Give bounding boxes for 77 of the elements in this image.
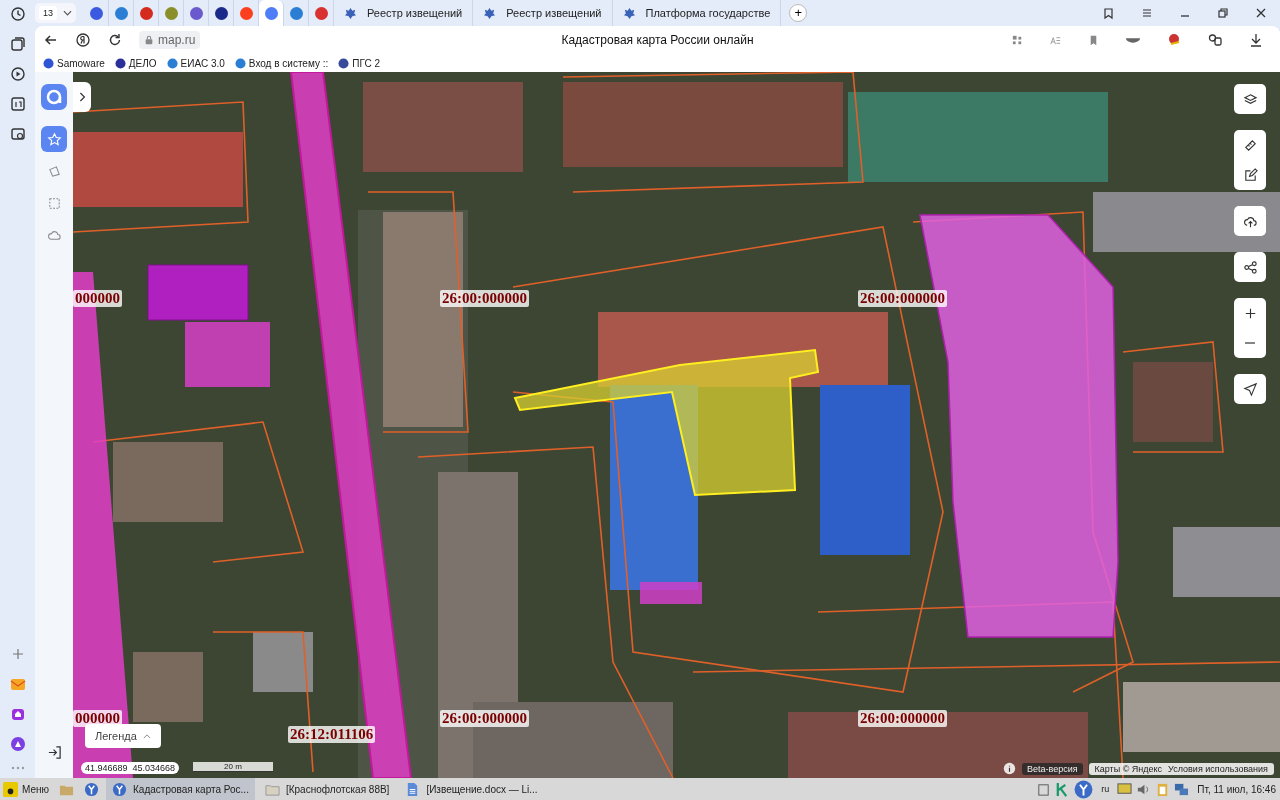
keyboard-layout[interactable]: ru xyxy=(1101,784,1110,794)
emblem-icon xyxy=(483,6,497,20)
minus-icon xyxy=(1245,342,1255,344)
calendar-icon[interactable] xyxy=(9,96,26,112)
messenger-icon[interactable] xyxy=(9,706,26,722)
download-icon[interactable] xyxy=(1248,32,1264,48)
tabs-icon[interactable] xyxy=(9,36,26,52)
apps-icon[interactable] xyxy=(1011,33,1024,47)
cadastral-number-label: 26:12:011106 xyxy=(288,726,376,743)
cadastral-number-label: 26:00:000000 xyxy=(440,290,529,307)
star-icon xyxy=(46,131,62,147)
selection-icon xyxy=(46,195,62,211)
passwords-icon[interactable] xyxy=(1207,32,1223,48)
upload-button[interactable] xyxy=(1234,206,1266,236)
cadastral-number-label: 26:00:000000 xyxy=(858,290,947,307)
restore-icon[interactable] xyxy=(1216,6,1230,20)
reload-icon[interactable] xyxy=(107,32,123,48)
share-button[interactable] xyxy=(1234,252,1266,282)
favorites-tool[interactable] xyxy=(41,126,67,152)
taskbar-window[interactable]: Кадастровая карта Рос... xyxy=(106,778,255,800)
emblem-icon xyxy=(622,6,636,20)
terms-link[interactable]: Условия использования xyxy=(1168,763,1268,774)
location-arrow-icon xyxy=(1242,381,1258,397)
assistant-icon[interactable] xyxy=(9,736,26,752)
browser-icon[interactable] xyxy=(1074,779,1094,799)
cadastral-number-label: 000000 xyxy=(73,290,122,307)
browser-icon[interactable] xyxy=(84,781,100,797)
new-tab-button[interactable]: + xyxy=(789,4,808,22)
menu-icon[interactable] xyxy=(1140,6,1154,20)
close-icon[interactable] xyxy=(1254,6,1268,20)
taskbar-window[interactable]: [Краснофлотская 88В] xyxy=(258,778,396,800)
network-icon[interactable] xyxy=(1174,781,1190,797)
menu-logo-icon xyxy=(3,781,18,797)
copyright-text: Карты © Яндекс xyxy=(1094,763,1163,774)
history-icon[interactable] xyxy=(9,6,26,22)
taskbar-window[interactable]: [Извещение.docx — Li... xyxy=(399,778,544,800)
expand-panel-button[interactable] xyxy=(73,82,91,112)
caret-icon xyxy=(63,10,72,16)
bookmark-link[interactable]: Вход в систему :: xyxy=(234,57,329,69)
legend-button[interactable]: Легенда xyxy=(85,724,161,748)
ruler-icon xyxy=(1242,137,1258,153)
mail-icon[interactable] xyxy=(9,676,26,692)
browser-icon xyxy=(112,781,128,797)
bookmark-link[interactable]: ДЕЛО xyxy=(114,57,157,69)
tab-count-button[interactable]: 13 xyxy=(35,3,76,23)
edit-icon xyxy=(1242,167,1258,183)
layers-icon xyxy=(1242,91,1258,107)
app-logo-icon[interactable] xyxy=(41,84,67,110)
info-icon[interactable] xyxy=(1002,762,1016,775)
play-icon[interactable] xyxy=(9,66,26,82)
clock: Пт, 11 июл, 16:46 xyxy=(1197,783,1276,795)
scale-bar: 20 m xyxy=(193,762,273,772)
lock-icon xyxy=(144,35,154,45)
login-icon[interactable] xyxy=(46,745,62,760)
page-title: Кадастровая карта России онлайн xyxy=(561,33,754,47)
screenshot-icon[interactable] xyxy=(9,126,26,142)
clipboard-icon[interactable] xyxy=(1036,781,1052,797)
chevron-right-icon xyxy=(78,91,86,103)
monitor-icon[interactable] xyxy=(1117,781,1133,797)
cadastral-number-label: 26:00:000000 xyxy=(858,710,947,727)
extension-icon[interactable] xyxy=(1166,32,1182,48)
yandex-icon[interactable] xyxy=(75,32,91,48)
cadastral-number-label: 26:00:000000 xyxy=(440,710,529,727)
address-field[interactable]: map.ru xyxy=(139,31,201,49)
coordinates-readout: 41.946689 45.034668 xyxy=(81,762,180,774)
emblem-icon xyxy=(344,6,357,20)
polygon-icon xyxy=(46,163,62,179)
caret-icon xyxy=(142,733,151,739)
layers-button[interactable] xyxy=(1234,84,1266,114)
locate-button[interactable] xyxy=(1234,374,1266,404)
bookmark-link[interactable]: ПГС 2 xyxy=(338,57,380,69)
bookmarks-panel-icon[interactable] xyxy=(1102,6,1116,20)
bookmark-link[interactable]: ЕИАС 3.0 xyxy=(166,57,225,69)
start-menu-button[interactable]: Меню xyxy=(0,781,53,797)
selected-parcel[interactable] xyxy=(513,348,820,497)
bookmark-link[interactable]: Samoware xyxy=(43,57,105,69)
share-icon xyxy=(1242,259,1258,275)
